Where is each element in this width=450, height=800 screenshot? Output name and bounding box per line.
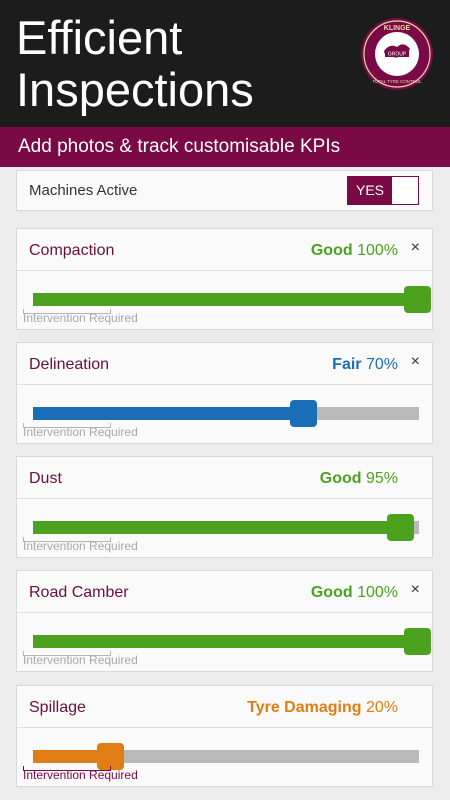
subtitle-bar: Add photos & track customisable KPIs (0, 127, 450, 167)
intervention-required-label: Intervention Required (23, 768, 138, 782)
subtitle-text: Add photos & track customisable KPIs (18, 136, 341, 157)
kpi-slider-fill (33, 521, 400, 534)
kpi-card-dust: Dust Good 95% Intervention Required (16, 456, 433, 558)
kpi-slider-track[interactable] (33, 743, 419, 770)
machines-active-toggle[interactable]: YES (347, 176, 419, 205)
kpi-slider-fill (33, 407, 303, 420)
kpi-slider-track[interactable] (33, 514, 419, 541)
kpi-slider-thumb[interactable] (289, 400, 317, 427)
kpi-name: Compaction (29, 242, 115, 259)
kpi-status: Good 100% (311, 242, 398, 260)
kpi-slider-track[interactable] (33, 628, 431, 655)
kpi-rating: Tyre Damaging (247, 699, 362, 716)
kpi-slider-track[interactable] (33, 286, 431, 313)
kpi-header: Road Camber Good 100% × (17, 571, 432, 613)
kpi-status: Tyre Damaging 20% (247, 699, 398, 717)
page-title-line-1: Efficient (16, 11, 183, 64)
page-title-line-2: Inspections (16, 63, 254, 116)
kpi-card-delineation: Delineation Fair 70% × Intervention Require… (16, 342, 433, 444)
kpi-slider-fill (33, 293, 419, 306)
kpi-status: Fair 70% (332, 356, 398, 374)
kpi-percent: 70% (365, 356, 398, 373)
logo-group-text: GROUP (388, 52, 407, 58)
kpi-slider-track[interactable] (33, 400, 419, 427)
intervention-required-label: Intervention Required (23, 311, 138, 325)
logo-brand-text: KLINGE (384, 25, 411, 32)
remove-kpi-close-icon[interactable]: × (411, 239, 420, 257)
kpi-status: Good 100% (311, 584, 398, 602)
kpi-status: Good 95% (320, 470, 398, 488)
klinge-logo: GROUP KLINGE TOTAL TYRE CONTROL (361, 18, 433, 90)
page-title: Efficient Inspections (16, 12, 356, 116)
kpi-name: Delineation (29, 356, 110, 373)
intervention-required-label: Intervention Required (23, 539, 138, 553)
kpi-slider-thumb[interactable] (404, 286, 431, 313)
kpi-name: Dust (29, 470, 62, 487)
kpi-rating: Good (319, 470, 362, 487)
kpi-percent: 95% (365, 470, 398, 487)
kpi-name: Road Camber (29, 584, 129, 601)
kpi-slider-fill (33, 635, 419, 648)
kpi-card-road-camber: Road Camber Good 100% × Intervention Requir… (16, 570, 433, 672)
kpi-rating: Good (310, 584, 353, 601)
kpi-header: Delineation Fair 70% × (17, 343, 432, 385)
kpi-percent: 100% (357, 584, 398, 601)
kpi-rating: Fair (332, 356, 362, 373)
kpi-header: Dust Good 95% (17, 457, 432, 499)
app-header: Efficient Inspections GROUP KLINGE TOTAL… (0, 0, 450, 127)
remove-kpi-close-icon[interactable]: × (411, 353, 420, 371)
machines-active-row: Machines Active YES (16, 170, 433, 211)
remove-kpi-close-icon[interactable]: × (411, 581, 420, 599)
logo-tagline-text: TOTAL TYRE CONTROL (372, 79, 422, 84)
kpi-percent: 100% (357, 242, 398, 259)
machines-active-label: Machines Active (29, 182, 138, 199)
kpi-rating: Good (310, 242, 353, 259)
kpi-slider-thumb[interactable] (404, 628, 431, 655)
intervention-required-label: Intervention Required (23, 653, 138, 667)
intervention-required-label: Intervention Required (23, 425, 138, 439)
kpi-header: Compaction Good 100% × (17, 229, 432, 271)
toggle-yes-label: YES (348, 177, 392, 204)
kpi-card-spillage: Spillage Tyre Damaging 20% Intervention Re… (16, 685, 433, 787)
kpi-name: Spillage (29, 699, 86, 716)
kpi-slider-thumb[interactable] (386, 514, 414, 541)
kpi-card-compaction: Compaction Good 100% × Intervention Require… (16, 228, 433, 330)
toggle-knob (392, 177, 418, 204)
kpi-header: Spillage Tyre Damaging 20% (17, 686, 432, 728)
kpi-percent: 20% (365, 699, 398, 716)
